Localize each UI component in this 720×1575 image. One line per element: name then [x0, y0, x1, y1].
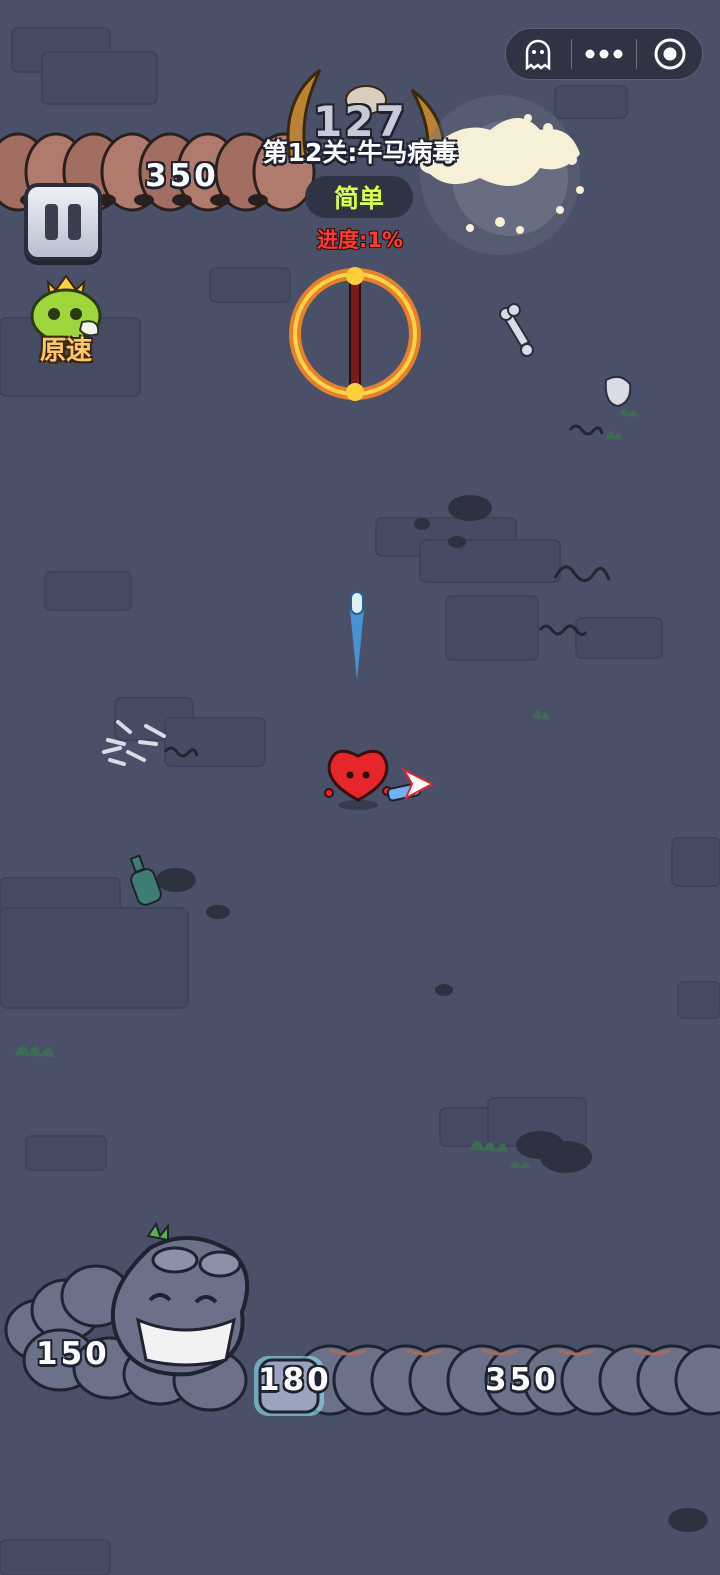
more-dots-icon[interactable]: [572, 28, 637, 80]
bottom-worm-segment-hp: 180: [258, 1362, 332, 1398]
top-worm-hp: 350: [145, 158, 219, 194]
level-title: 第12关:牛马病毒: [262, 138, 458, 167]
fire-ring-weapon: [289, 267, 421, 401]
ghost-icon[interactable]: [506, 28, 571, 80]
pause-icon-bar: [68, 204, 81, 240]
bottom-worm-tail-hp: 350: [485, 1362, 559, 1398]
blue-projectile: [350, 591, 364, 680]
progress-text: 进度:1%: [316, 228, 404, 252]
miniprogram-capsule: [505, 28, 703, 80]
target-icon[interactable]: [637, 28, 702, 80]
pause-icon: [45, 204, 58, 240]
pause-button[interactable]: [24, 183, 102, 261]
difficulty-badge: 简单: [305, 176, 413, 218]
bottom-worm-head-hp: 150: [36, 1336, 110, 1372]
speed-label: 原速: [39, 336, 92, 366]
speed-toggle-button[interactable]: 原速: [18, 268, 114, 368]
bottom-worm: [4, 1221, 720, 1416]
player-heart-character: [324, 749, 435, 810]
